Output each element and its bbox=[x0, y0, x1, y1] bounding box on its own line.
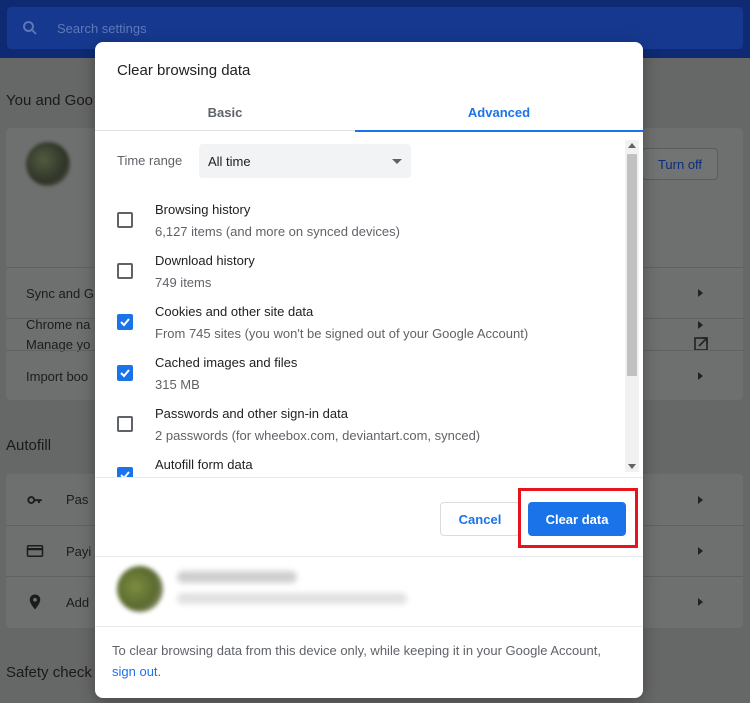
bg-row-label: Add bbox=[66, 594, 90, 610]
bg-row-label: Chrome na bbox=[26, 317, 91, 332]
option-cached-images[interactable]: Cached images and files 315 MB bbox=[95, 351, 625, 402]
dialog-title: Clear browsing data bbox=[117, 62, 251, 79]
account-name-blurred bbox=[177, 571, 297, 583]
checkbox-unchecked[interactable] bbox=[117, 212, 133, 228]
footer-period: . bbox=[157, 664, 162, 679]
chevron-right-icon bbox=[698, 320, 703, 329]
checkbox-unchecked[interactable] bbox=[117, 263, 133, 279]
option-title: Download history bbox=[155, 253, 255, 268]
checkbox-checked[interactable] bbox=[117, 467, 133, 477]
time-range-label: Time range bbox=[117, 153, 183, 168]
chevron-right-icon bbox=[698, 495, 703, 504]
account-avatar bbox=[117, 566, 163, 612]
bg-row-label: Pas bbox=[66, 492, 89, 507]
divider bbox=[95, 626, 643, 627]
clear-browsing-data-dialog: Clear browsing data Basic Advanced Time … bbox=[95, 42, 643, 698]
location-pin-icon bbox=[29, 594, 41, 610]
divider bbox=[95, 556, 643, 557]
option-title: Autofill form data bbox=[155, 457, 253, 472]
time-range-value: All time bbox=[208, 153, 251, 169]
checkbox-unchecked[interactable] bbox=[117, 416, 133, 432]
scroll-up-arrow-icon[interactable] bbox=[628, 143, 636, 148]
chevron-right-icon bbox=[698, 598, 703, 606]
credit-card-icon bbox=[26, 545, 44, 557]
section-heading-you: You and Goo bbox=[6, 92, 94, 109]
option-title: Passwords and other sign-in data bbox=[155, 406, 348, 421]
options-scroll-area[interactable]: Time range All time Browsing history 6,1… bbox=[95, 132, 643, 477]
checkbox-checked[interactable] bbox=[117, 314, 133, 330]
chevron-right-icon bbox=[698, 372, 703, 380]
option-title: Cached images and files bbox=[155, 355, 298, 370]
option-autofill[interactable]: Autofill form data bbox=[95, 453, 625, 477]
chevron-right-icon bbox=[698, 547, 703, 555]
tab-bar: Basic Advanced bbox=[95, 94, 643, 132]
key-icon bbox=[27, 495, 42, 504]
checkmark-icon bbox=[120, 318, 130, 327]
option-subtitle: 315 MB bbox=[155, 377, 200, 392]
option-passwords[interactable]: Passwords and other sign-in data 2 passw… bbox=[95, 402, 625, 453]
turn-off-button[interactable]: Turn off bbox=[642, 148, 718, 180]
option-cookies[interactable]: Cookies and other site data From 745 sit… bbox=[95, 300, 625, 351]
bg-row-label: Payi bbox=[66, 543, 92, 559]
scroll-down-arrow-icon[interactable] bbox=[628, 464, 636, 469]
time-range-select[interactable]: All time bbox=[199, 144, 411, 178]
option-subtitle: 749 items bbox=[155, 275, 212, 290]
tab-basic[interactable]: Basic bbox=[95, 94, 355, 131]
option-title: Browsing history bbox=[155, 202, 251, 217]
highlight-box bbox=[518, 488, 638, 548]
section-heading-safety: Safety check bbox=[6, 664, 92, 681]
search-placeholder: Search settings bbox=[57, 20, 147, 36]
option-download-history[interactable]: Download history 749 items bbox=[95, 249, 625, 300]
option-subtitle: 2 passwords (for wheebox.com, deviantart… bbox=[155, 428, 481, 443]
cancel-button[interactable]: Cancel bbox=[440, 502, 520, 536]
tab-advanced[interactable]: Advanced bbox=[355, 94, 643, 132]
search-icon bbox=[23, 21, 37, 35]
footer-text: To clear browsing data from this device … bbox=[112, 643, 601, 658]
scrollbar[interactable] bbox=[625, 140, 639, 472]
sign-out-link[interactable]: sign out bbox=[112, 664, 158, 679]
option-browsing-history[interactable]: Browsing history 6,127 items (and more o… bbox=[95, 198, 625, 249]
option-title: Cookies and other site data bbox=[155, 304, 314, 319]
footer-note: To clear browsing data from this device … bbox=[112, 640, 612, 682]
option-subtitle: From 745 sites (you won't be signed out … bbox=[155, 326, 529, 341]
bg-row-label: Import boo bbox=[26, 368, 89, 384]
checkbox-checked[interactable] bbox=[117, 365, 133, 381]
dropdown-arrow-icon bbox=[392, 159, 402, 164]
divider bbox=[95, 477, 643, 478]
account-email-blurred bbox=[177, 593, 407, 604]
section-heading-autofill: Autofill bbox=[6, 437, 52, 454]
checkmark-icon bbox=[120, 369, 130, 378]
checkmark-icon bbox=[120, 471, 130, 477]
scrollbar-thumb[interactable] bbox=[627, 154, 637, 376]
option-subtitle: 6,127 items (and more on synced devices) bbox=[155, 224, 400, 239]
profile-avatar bbox=[26, 142, 70, 186]
